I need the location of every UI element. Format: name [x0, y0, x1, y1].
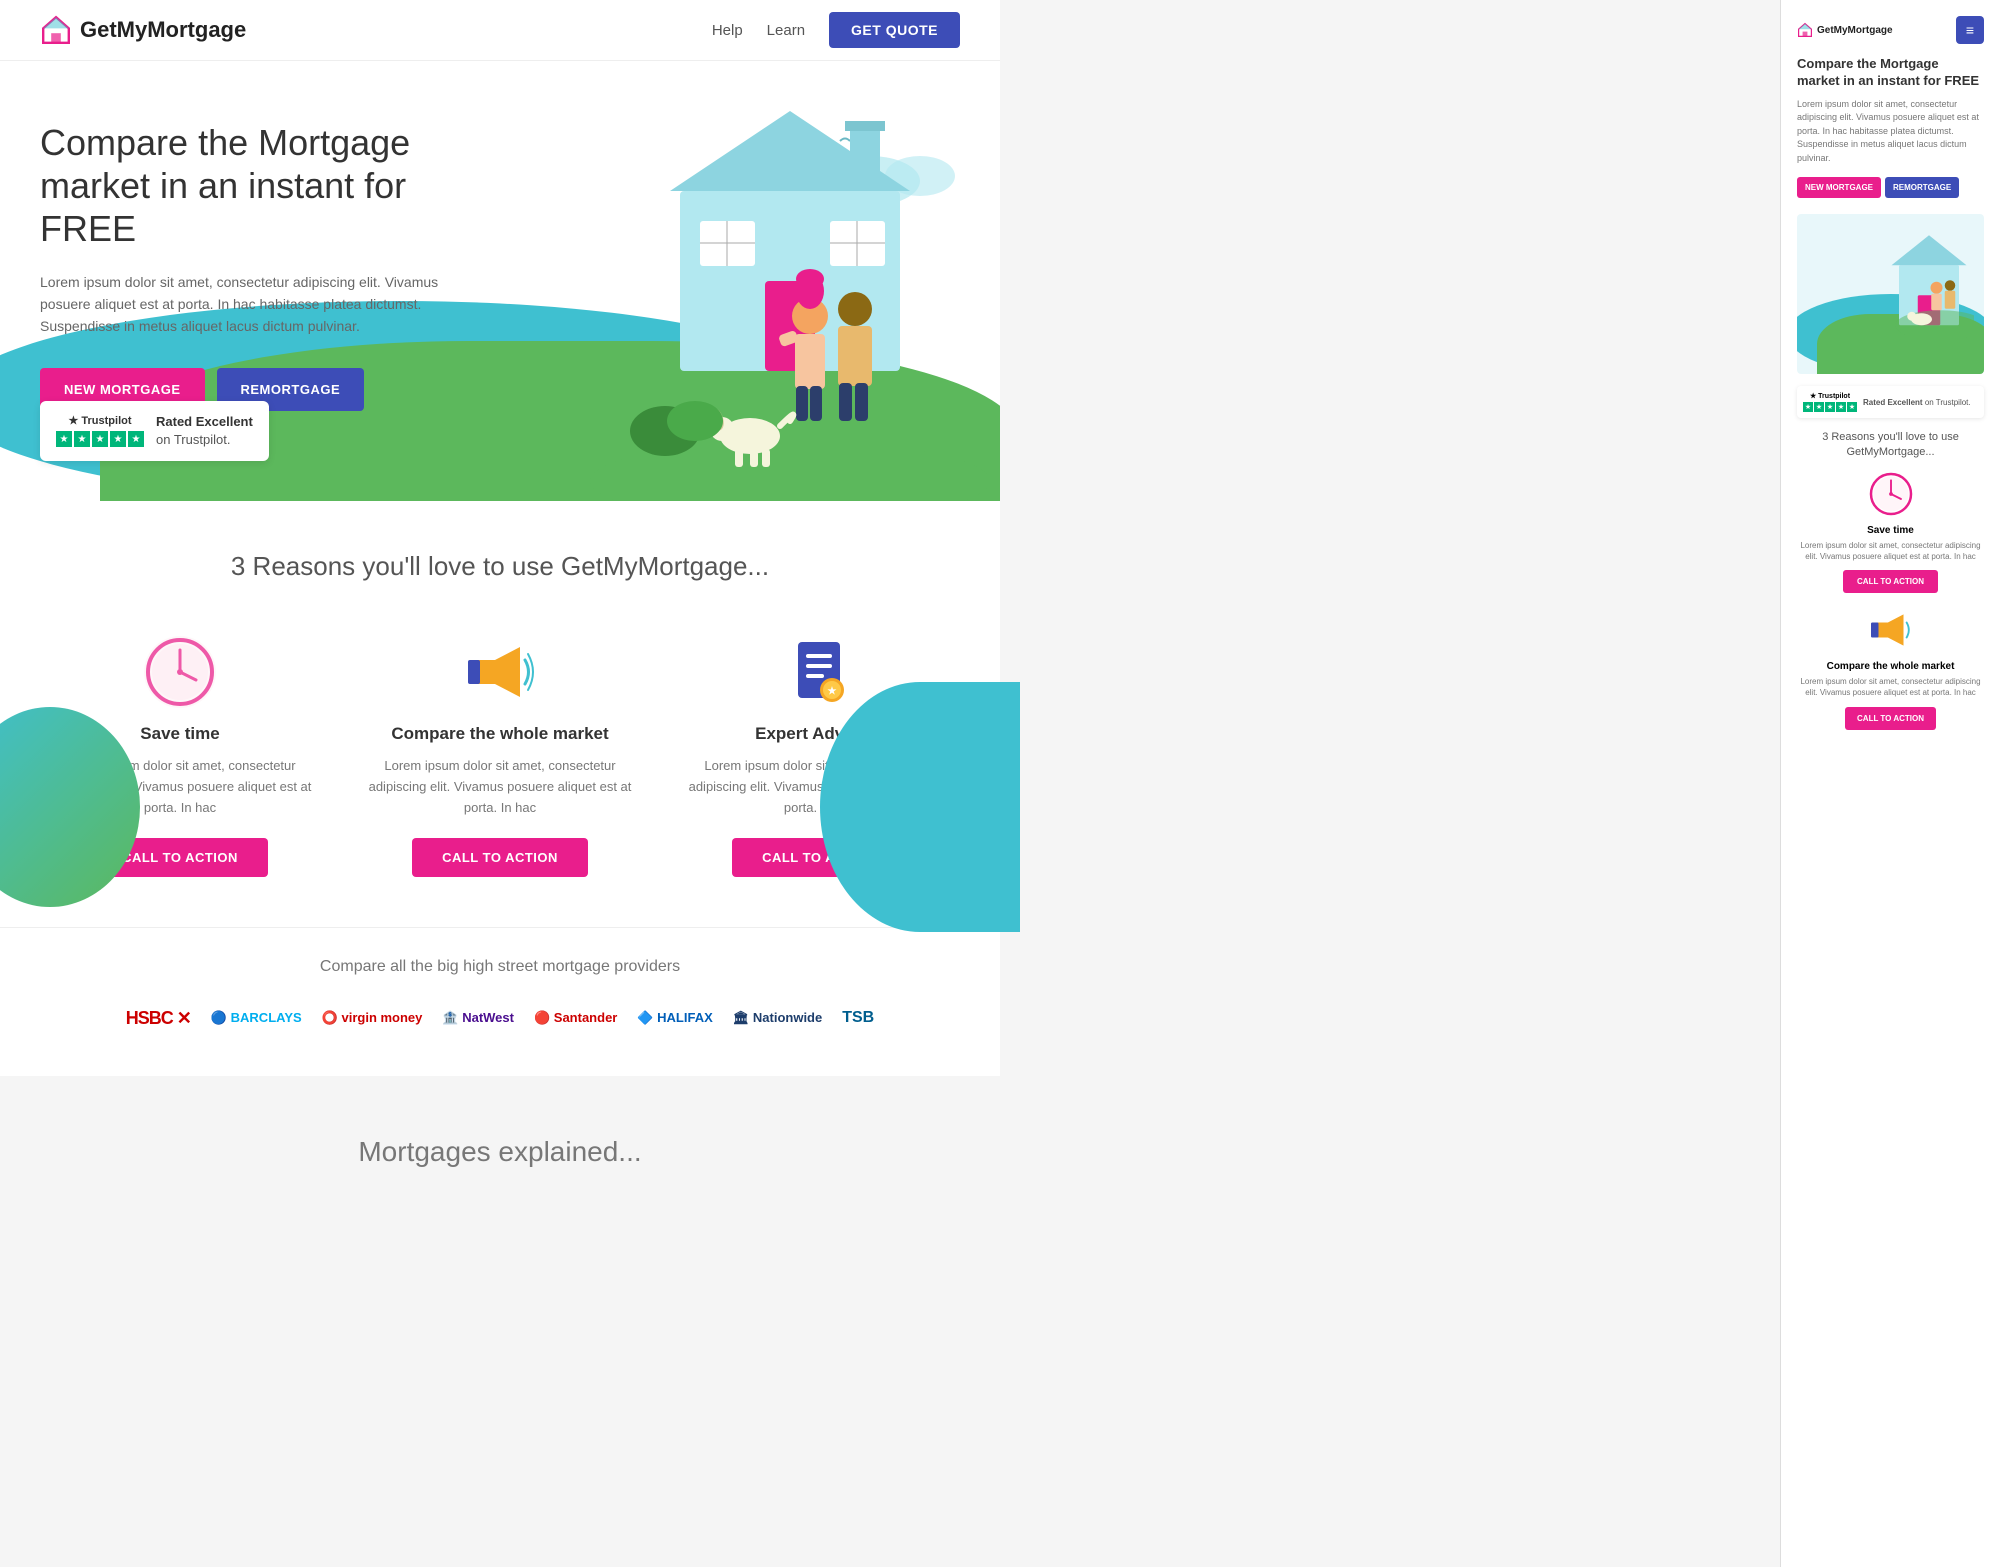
reasons-title: 3 Reasons you'll love to use GetMyMortga… [40, 551, 960, 582]
hero-content: Compare the Mortgage market in an instan… [0, 61, 520, 431]
reasons-grid: Save time Lorem ipsum dolor sit amet, co… [40, 632, 960, 877]
site-name: GetMyMortgage [80, 17, 246, 43]
star-5: ★ [128, 431, 144, 447]
santander-logo: 🔴 Santander [534, 1000, 617, 1036]
trustpilot-rated: Rated Excellent [156, 413, 253, 431]
rp-trustpilot-label: Rated Excellent on Trustpilot. [1863, 398, 1971, 407]
rp-reason-1-cta-button[interactable]: CALL TO ACTION [1843, 570, 1938, 593]
reason-card-compare: Compare the whole market Lorem ipsum dol… [360, 632, 640, 877]
rp-hero-buttons: NEW MORTGAGE REMORTGAGE [1797, 177, 1984, 198]
hero-title: Compare the Mortgage market in an instan… [40, 121, 480, 251]
rp-navbar: GetMyMortgage ≡ [1797, 16, 1984, 44]
rp-site-name: GetMyMortgage [1817, 25, 1893, 36]
hero-description: Lorem ipsum dolor sit amet, consectetur … [40, 271, 480, 338]
rp-house-illustration [1884, 224, 1974, 344]
trustpilot-logo: ★ Trustpilot ★ ★ ★ ★ ★ [56, 414, 144, 447]
rp-star-3: ★ [1825, 402, 1835, 412]
mortgages-title: Mortgages explained... [40, 1136, 960, 1168]
rp-trustpilot-text: ★ Trustpilot [1810, 392, 1850, 400]
reason-2-title: Compare the whole market [391, 724, 608, 744]
star-3: ★ [92, 431, 108, 447]
logo-area: GetMyMortgage [40, 14, 246, 46]
reason-1-title: Save time [140, 724, 219, 744]
virgin-logo: ⭕ virgin money [322, 1000, 423, 1036]
barclays-logo: 🔵 BARCLAYS [211, 1000, 302, 1036]
rp-trustpilot-stars: ★ ★ ★ ★ ★ [1803, 402, 1857, 412]
rp-megaphone-icon-wrapper [1797, 605, 1984, 655]
clock-icon [140, 632, 220, 712]
rp-hero-desc: Lorem ipsum dolor sit amet, consectetur … [1797, 98, 1984, 166]
learn-link[interactable]: Learn [767, 22, 805, 39]
rp-star-4: ★ [1836, 402, 1846, 412]
svg-text:★: ★ [828, 686, 837, 697]
trustpilot-label: Rated Excellent on Trustpilot. [156, 413, 253, 449]
rp-logo-area: GetMyMortgage [1797, 22, 1893, 38]
hsbc-logo: HSBC ✕ [126, 1000, 191, 1036]
logo-icon [40, 14, 72, 46]
tsb-logo: TSB [842, 1000, 874, 1036]
trustpilot-box: ★ Trustpilot ★ ★ ★ ★ ★ Rated Excellent o… [40, 401, 269, 461]
providers-title: Compare all the big high street mortgage… [40, 958, 960, 976]
rp-star-1: ★ [1803, 402, 1813, 412]
rp-hero-title: Compare the Mortgage market in an instan… [1797, 56, 1984, 90]
reason-2-cta-button[interactable]: CALL TO ACTION [412, 838, 588, 877]
rp-clock-icon [1866, 469, 1916, 519]
reason-2-desc: Lorem ipsum dolor sit amet, consectetur … [360, 756, 640, 818]
rp-trustpilot-box: ★ Trustpilot ★ ★ ★ ★ ★ Rated Excellent o… [1797, 386, 1984, 418]
rp-trustpilot-on: on Trustpilot. [1925, 398, 1971, 407]
rp-reasons-title: 3 Reasons you'll love to use GetMyMortga… [1797, 430, 1984, 459]
mortgages-section: Mortgages explained... [0, 1076, 1000, 1228]
rp-reason-2-title: Compare the whole market [1797, 661, 1984, 672]
rp-reason-2-cta-button[interactable]: CALL TO ACTION [1845, 707, 1936, 730]
rp-hero-image [1797, 214, 1984, 374]
get-quote-button[interactable]: GET QUOTE [829, 12, 960, 48]
nav-links: Help Learn GET QUOTE [712, 12, 960, 48]
trustpilot-text: ★ Trustpilot [68, 414, 131, 427]
rp-trustpilot-rated: Rated Excellent [1863, 398, 1923, 407]
right-panel: GetMyMortgage ≡ Compare the Mortgage mar… [1780, 0, 2000, 1567]
rp-clock-icon-wrapper [1797, 469, 1984, 519]
halifax-logo: 🔷 HALIFAX [637, 1000, 712, 1036]
document-icon: ★ [780, 632, 860, 712]
rp-menu-button[interactable]: ≡ [1956, 16, 1984, 44]
help-link[interactable]: Help [712, 22, 743, 39]
trustpilot-on: on Trustpilot. [156, 432, 230, 447]
star-2: ★ [74, 431, 90, 447]
providers-section: Compare all the big high street mortgage… [0, 927, 1000, 1076]
rp-logo-icon [1797, 22, 1813, 38]
rp-trustpilot-logo: ★ Trustpilot ★ ★ ★ ★ ★ [1803, 392, 1857, 412]
navbar: GetMyMortgage Help Learn GET QUOTE [0, 0, 1000, 61]
reasons-section: 3 Reasons you'll love to use GetMyMortga… [0, 501, 1000, 927]
megaphone-icon-wrapper [460, 632, 540, 712]
nationwide-logo: 🏛 Nationwide [733, 1000, 822, 1036]
rp-reason-1-title: Save time [1797, 525, 1984, 536]
clock-icon-wrapper [140, 632, 220, 712]
rp-reason-1-desc: Lorem ipsum dolor sit amet, consectetur … [1797, 540, 1984, 562]
document-icon-wrapper: ★ [780, 632, 860, 712]
rp-remortgage-button[interactable]: REMORTGAGE [1885, 177, 1959, 198]
rp-new-mortgage-button[interactable]: NEW MORTGAGE [1797, 177, 1881, 198]
rp-star-2: ★ [1814, 402, 1824, 412]
rp-megaphone-icon [1866, 605, 1916, 655]
star-1: ★ [56, 431, 72, 447]
providers-logos: HSBC ✕ 🔵 BARCLAYS ⭕ virgin money 🏦 NatWe… [40, 1000, 960, 1036]
hero-section: Compare the Mortgage market in an instan… [0, 61, 1000, 501]
star-4: ★ [110, 431, 126, 447]
rp-star-5: ★ [1847, 402, 1857, 412]
hero-illustration [500, 61, 1000, 501]
trustpilot-stars: ★ ★ ★ ★ ★ [56, 431, 144, 447]
megaphone-icon [460, 632, 540, 712]
rp-reason-2-desc: Lorem ipsum dolor sit amet, consectetur … [1797, 676, 1984, 698]
blob-right [820, 682, 1020, 932]
natwest-logo: 🏦 NatWest [442, 1000, 514, 1036]
